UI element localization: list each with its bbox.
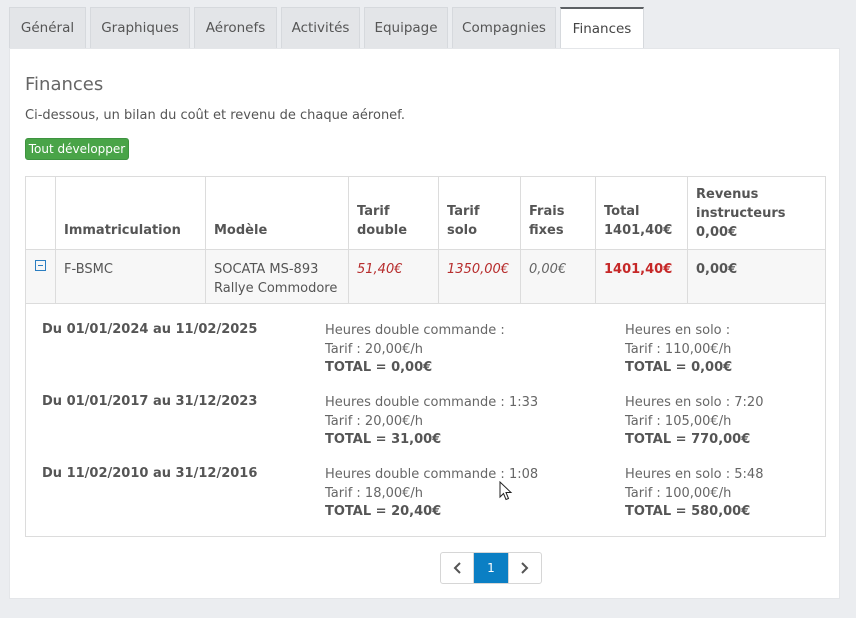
header-immatriculation: Immatriculation xyxy=(56,177,206,250)
header-tarif-double: Tarif double xyxy=(349,177,439,250)
period-range: Du 01/01/2017 au 31/12/2023 xyxy=(42,394,258,409)
period-block: Du 01/01/2017 au 31/12/2023 Heures doubl… xyxy=(26,394,825,454)
cell-value: 1401,40€ xyxy=(604,262,673,277)
tab-general[interactable]: Général xyxy=(9,7,86,48)
double-total: TOTAL = 0,00€ xyxy=(325,360,433,375)
mouse-pointer-icon xyxy=(499,481,513,501)
double-total: TOTAL = 20,40€ xyxy=(325,504,442,519)
cell-value: F-BSMC xyxy=(64,262,113,277)
double-rate: Tarif : 20,00€/h xyxy=(325,413,424,429)
tab-bar: Général Graphiques Aéronefs Activités Eq… xyxy=(9,7,648,48)
double-hours: Heures double commande : xyxy=(325,323,505,338)
page-1-button[interactable]: 1 xyxy=(474,553,508,583)
header-modele: Modèle xyxy=(206,177,349,250)
double-hours: Heures double commande : 1:33 xyxy=(325,395,539,410)
cell-tarif-double: 51,40€ xyxy=(349,250,439,304)
period-range: Du 01/01/2024 au 11/02/2025 xyxy=(42,322,258,337)
solo-info: Heures en solo : 5:48 Tarif : 100,00€/h … xyxy=(625,466,763,522)
solo-hours: Heures en solo : xyxy=(625,323,731,338)
tab-compagnies[interactable]: Compagnies xyxy=(452,7,556,48)
solo-hours: Heures en solo : 5:48 xyxy=(625,467,764,482)
page-title: Finances xyxy=(25,74,104,95)
pagination: 1 xyxy=(440,552,542,584)
prev-page-button[interactable] xyxy=(441,553,475,583)
chevron-left-icon xyxy=(453,562,461,574)
chevron-right-icon xyxy=(521,562,529,574)
double-total: TOTAL = 31,00€ xyxy=(325,432,442,447)
solo-total: TOTAL = 0,00€ xyxy=(625,360,733,375)
header-label: Tarif double xyxy=(357,204,408,238)
header-label: Frais fixes xyxy=(529,204,565,238)
header-label: Immatriculation xyxy=(64,223,181,238)
period-block: Du 11/02/2010 au 31/12/2016 Heures doubl… xyxy=(26,466,825,526)
cell-value: SOCATA MS-893 Rallye Commodore xyxy=(214,262,338,296)
solo-info: Heures en solo : 7:20 Tarif : 105,00€/h … xyxy=(625,394,763,450)
solo-rate: Tarif : 105,00€/h xyxy=(625,413,732,429)
tab-equipage[interactable]: Equipage xyxy=(364,7,448,48)
cell-tarif-solo: 1350,00€ xyxy=(439,250,521,304)
tab-graphiques[interactable]: Graphiques xyxy=(90,7,190,48)
solo-total: TOTAL = 770,00€ xyxy=(625,432,751,447)
header-frais-fixes: Frais fixes xyxy=(521,177,596,250)
solo-hours: Heures en solo : 7:20 xyxy=(625,395,764,410)
cell-total: 1401,40€ xyxy=(596,250,688,304)
minus-square-icon[interactable] xyxy=(35,260,46,271)
cell-value: 51,40€ xyxy=(357,262,403,277)
header-label: Total 1401,40€ xyxy=(604,204,673,238)
table-row: F-BSMC SOCATA MS-893 Rallye Commodore 51… xyxy=(26,250,825,304)
tab-activites[interactable]: Activités xyxy=(281,7,360,48)
toggle-cell xyxy=(26,250,56,304)
cell-immatriculation: F-BSMC xyxy=(56,250,206,304)
tab-finances[interactable]: Finances xyxy=(560,7,644,48)
tab-aeronefs[interactable]: Aéronefs xyxy=(194,7,277,48)
finances-table: Immatriculation Modèle Tarif double Tari… xyxy=(25,176,826,537)
double-commande-info: Heures double commande : 1:33 Tarif : 20… xyxy=(325,394,538,450)
cell-value: 1350,00€ xyxy=(447,262,510,277)
cell-value: 0,00€ xyxy=(696,262,738,277)
solo-rate: Tarif : 110,00€/h xyxy=(625,341,732,357)
period-range: Du 11/02/2010 au 31/12/2016 xyxy=(42,466,258,481)
solo-info: Heures en solo : Tarif : 110,00€/h TOTAL… xyxy=(625,322,732,378)
expand-all-button[interactable]: Tout développer xyxy=(25,138,129,160)
solo-rate: Tarif : 100,00€/h xyxy=(625,485,732,501)
cell-value: 0,00€ xyxy=(529,262,567,277)
header-label: Revenus instructeurs 0,00€ xyxy=(696,187,786,240)
solo-total: TOTAL = 580,00€ xyxy=(625,504,751,519)
header-label: Modèle xyxy=(214,223,268,238)
finances-panel: Finances Ci-dessous, un bilan du coût et… xyxy=(9,48,840,599)
header-label: Tarif solo xyxy=(447,204,480,238)
header-tarif-solo: Tarif solo xyxy=(439,177,521,250)
header-toggle-cell xyxy=(26,177,56,250)
period-block: Du 01/01/2024 au 11/02/2025 Heures doubl… xyxy=(26,322,825,382)
cell-revenus: 0,00€ xyxy=(688,250,825,304)
double-rate: Tarif : 20,00€/h xyxy=(325,341,424,357)
row-detail: Du 01/01/2024 au 11/02/2025 Heures doubl… xyxy=(26,304,825,536)
header-revenus: Revenus instructeurs 0,00€ xyxy=(688,177,825,250)
next-page-button[interactable] xyxy=(507,553,541,583)
header-total: Total 1401,40€ xyxy=(596,177,688,250)
cell-modele: SOCATA MS-893 Rallye Commodore xyxy=(206,250,349,304)
cell-frais-fixes: 0,00€ xyxy=(521,250,596,304)
double-commande-info: Heures double commande : Tarif : 20,00€/… xyxy=(325,322,505,378)
page-description: Ci-dessous, un bilan du coût et revenu d… xyxy=(25,108,405,123)
